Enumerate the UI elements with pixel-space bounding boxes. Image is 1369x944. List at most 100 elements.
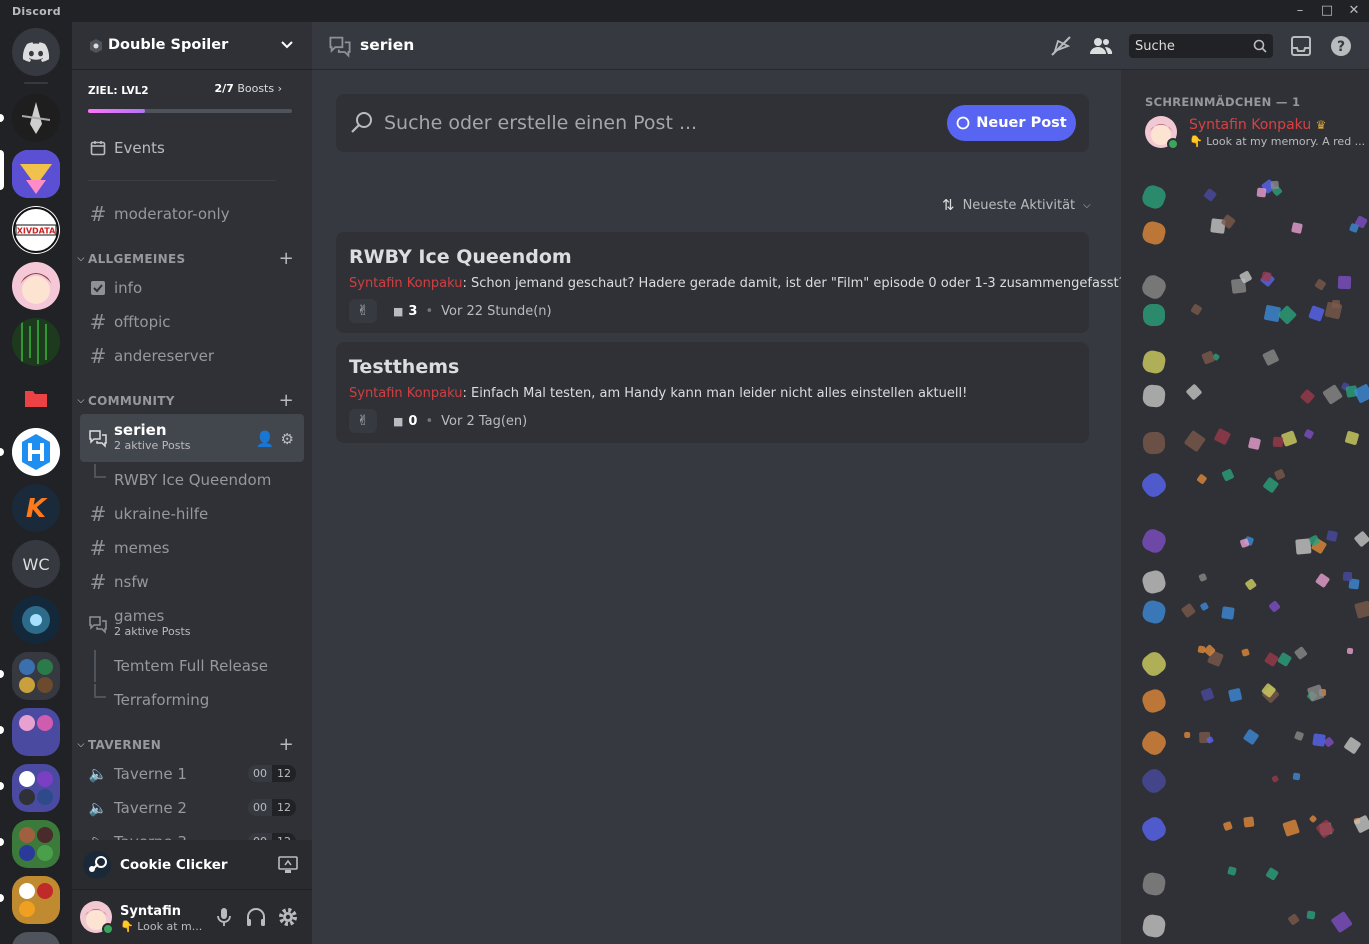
guild-folder-4[interactable] (12, 820, 60, 868)
unread-pill (0, 114, 4, 122)
placeholder-blob (1239, 538, 1250, 548)
microphone-icon[interactable] (212, 905, 236, 929)
channel-memes[interactable]: # memes (80, 532, 304, 564)
add-channel-icon[interactable]: + (279, 736, 294, 754)
forum-post[interactable]: Testthems Syntafin Konpaku: Einfach Mal … (336, 342, 1089, 443)
channel-offtopic[interactable]: # offtopic (80, 306, 304, 338)
placeholder-blob (1342, 572, 1353, 583)
guild-folder-2[interactable] (12, 708, 60, 756)
channel-label: serien (114, 421, 167, 439)
member-list-icon[interactable] (1089, 34, 1113, 58)
voice-channel-1[interactable]: 🔈 Taverne 1 00 12 (80, 758, 304, 790)
selected-pill (0, 150, 4, 190)
placeholder-blob (1321, 384, 1343, 406)
channel-andereserver[interactable]: # andereserver (80, 340, 304, 372)
channel-info[interactable]: info (80, 272, 304, 304)
events-item[interactable]: Events (80, 132, 304, 164)
headphones-icon[interactable] (244, 905, 268, 929)
chevron-down-icon: ⌵ (77, 740, 85, 750)
add-channel-icon[interactable]: + (279, 392, 294, 410)
reaction-button[interactable]: ✌ (349, 409, 377, 433)
chevron-down-icon: ⌵ (77, 254, 85, 264)
forum-search-input[interactable] (384, 108, 924, 138)
guild-icon-k[interactable]: K (12, 484, 60, 532)
search-icon (1253, 39, 1267, 53)
placeholder-blob (1200, 687, 1215, 702)
placeholder-blob (1139, 526, 1169, 556)
chevron-down-icon[interactable] (278, 36, 296, 54)
new-post-button[interactable]: Neuer Post (947, 105, 1076, 141)
category-label: TAVERNEN (88, 738, 162, 752)
boost-progress[interactable]: ZIEL: LVL2 2/7 Boosts › (88, 82, 296, 113)
guild-separator (24, 82, 48, 84)
member-item[interactable]: Syntafin Konpaku ♛ 👇 Look at my memory. … (1145, 114, 1365, 154)
placeholder-blob (1307, 683, 1325, 702)
placeholder-blob (1281, 818, 1300, 837)
role-header: SCHREINMÄDCHEN — 1 (1145, 95, 1301, 109)
chevron-down-icon: ⌵ (77, 396, 85, 406)
chevron-down-icon: ⌵ (1083, 199, 1091, 211)
thread-label: Temtem Full Release (114, 657, 268, 675)
channel-ukraine-hilfe[interactable]: # ukraine-hilfe (80, 498, 304, 530)
guild-icon-tree[interactable] (12, 596, 60, 644)
post-author: Syntafin Konpaku (349, 386, 463, 401)
discord-home-icon[interactable] (12, 28, 60, 76)
thread-terraforming[interactable]: Terraforming (80, 684, 304, 716)
guild-icon-hex[interactable] (12, 428, 60, 476)
folder-icon[interactable] (12, 374, 60, 422)
category-community[interactable]: ⌵ COMMUNITY + (74, 391, 310, 411)
placeholder-blob (1261, 349, 1280, 368)
channel-games[interactable]: games 2 aktive Posts (80, 600, 304, 648)
voice-channel-2[interactable]: 🔈 Taverne 2 00 12 (80, 792, 304, 824)
gear-icon[interactable]: ⚙ (281, 430, 294, 448)
search-box[interactable] (1129, 34, 1273, 58)
placeholder-blob (1299, 388, 1316, 405)
guild-icon-1[interactable] (12, 94, 60, 142)
channel-serien[interactable]: serien 2 aktive Posts 👤 ⚙ (80, 414, 304, 462)
guild-folder-5[interactable] (12, 876, 60, 924)
thread-temtem[interactable]: Temtem Full Release (80, 650, 304, 682)
server-header[interactable]: Double Spoiler (72, 22, 312, 70)
guild-icon-double-spoiler[interactable] (12, 150, 60, 198)
guild-icon-wc[interactable]: WC (12, 540, 60, 588)
app-name: Discord (12, 5, 61, 18)
post-title: RWBY Ice Queendom (349, 246, 572, 268)
channel-label: andereserver (114, 347, 214, 365)
placeholder-blob (1199, 601, 1210, 612)
sort-dropdown[interactable]: ⇅ Neueste Aktivität ⌵ (942, 196, 1091, 214)
gear-icon[interactable] (276, 905, 300, 929)
category-tavernen[interactable]: ⌵ TAVERNEN + (74, 735, 310, 755)
minimize-icon[interactable]: – (1286, 2, 1314, 20)
forum-post[interactable]: RWBY Ice Queendom Syntafin Konpaku: Scho… (336, 232, 1126, 333)
guild-folder-6[interactable] (12, 932, 60, 944)
help-icon[interactable]: ? (1329, 34, 1353, 58)
search-input[interactable] (1129, 34, 1249, 58)
guild-icon-xivdata[interactable]: XIVDATA (12, 206, 60, 254)
category-allgemeines[interactable]: ⌵ ALLGEMEINES + (74, 249, 310, 269)
invite-icon[interactable]: 👤 (256, 430, 275, 448)
add-channel-icon[interactable]: + (279, 250, 294, 268)
reaction-button[interactable]: ✌ (349, 299, 377, 323)
placeholder-blob (1185, 383, 1203, 401)
placeholder-blob (1139, 686, 1169, 715)
guild-folder-3[interactable] (12, 764, 60, 812)
member-name: Syntafin Konpaku ♛ (1189, 117, 1327, 133)
screen-share-icon[interactable] (278, 856, 298, 874)
online-status-icon (1167, 138, 1179, 150)
inbox-icon[interactable] (1289, 34, 1313, 58)
notification-muted-icon[interactable] (1049, 34, 1073, 58)
placeholder-blob (1303, 428, 1314, 440)
placeholder-blob (1142, 431, 1166, 455)
maximize-icon[interactable]: □ (1313, 2, 1341, 20)
post-author: Syntafin Konpaku (349, 276, 463, 291)
post-preview: Syntafin Konpaku: Einfach Mal testen, am… (349, 386, 968, 401)
guild-folder-1[interactable] (12, 652, 60, 700)
channel-nsfw[interactable]: # nsfw (80, 566, 304, 598)
channel-label: games (114, 607, 165, 625)
close-icon[interactable]: ✕ (1340, 2, 1368, 20)
channel-moderator-only[interactable]: # moderator-only (80, 198, 304, 230)
guild-icon-matrix[interactable] (12, 318, 60, 366)
guild-icon-anime[interactable] (12, 262, 60, 310)
search-icon (351, 112, 372, 133)
thread-rwby[interactable]: RWBY Ice Queendom (80, 464, 304, 496)
